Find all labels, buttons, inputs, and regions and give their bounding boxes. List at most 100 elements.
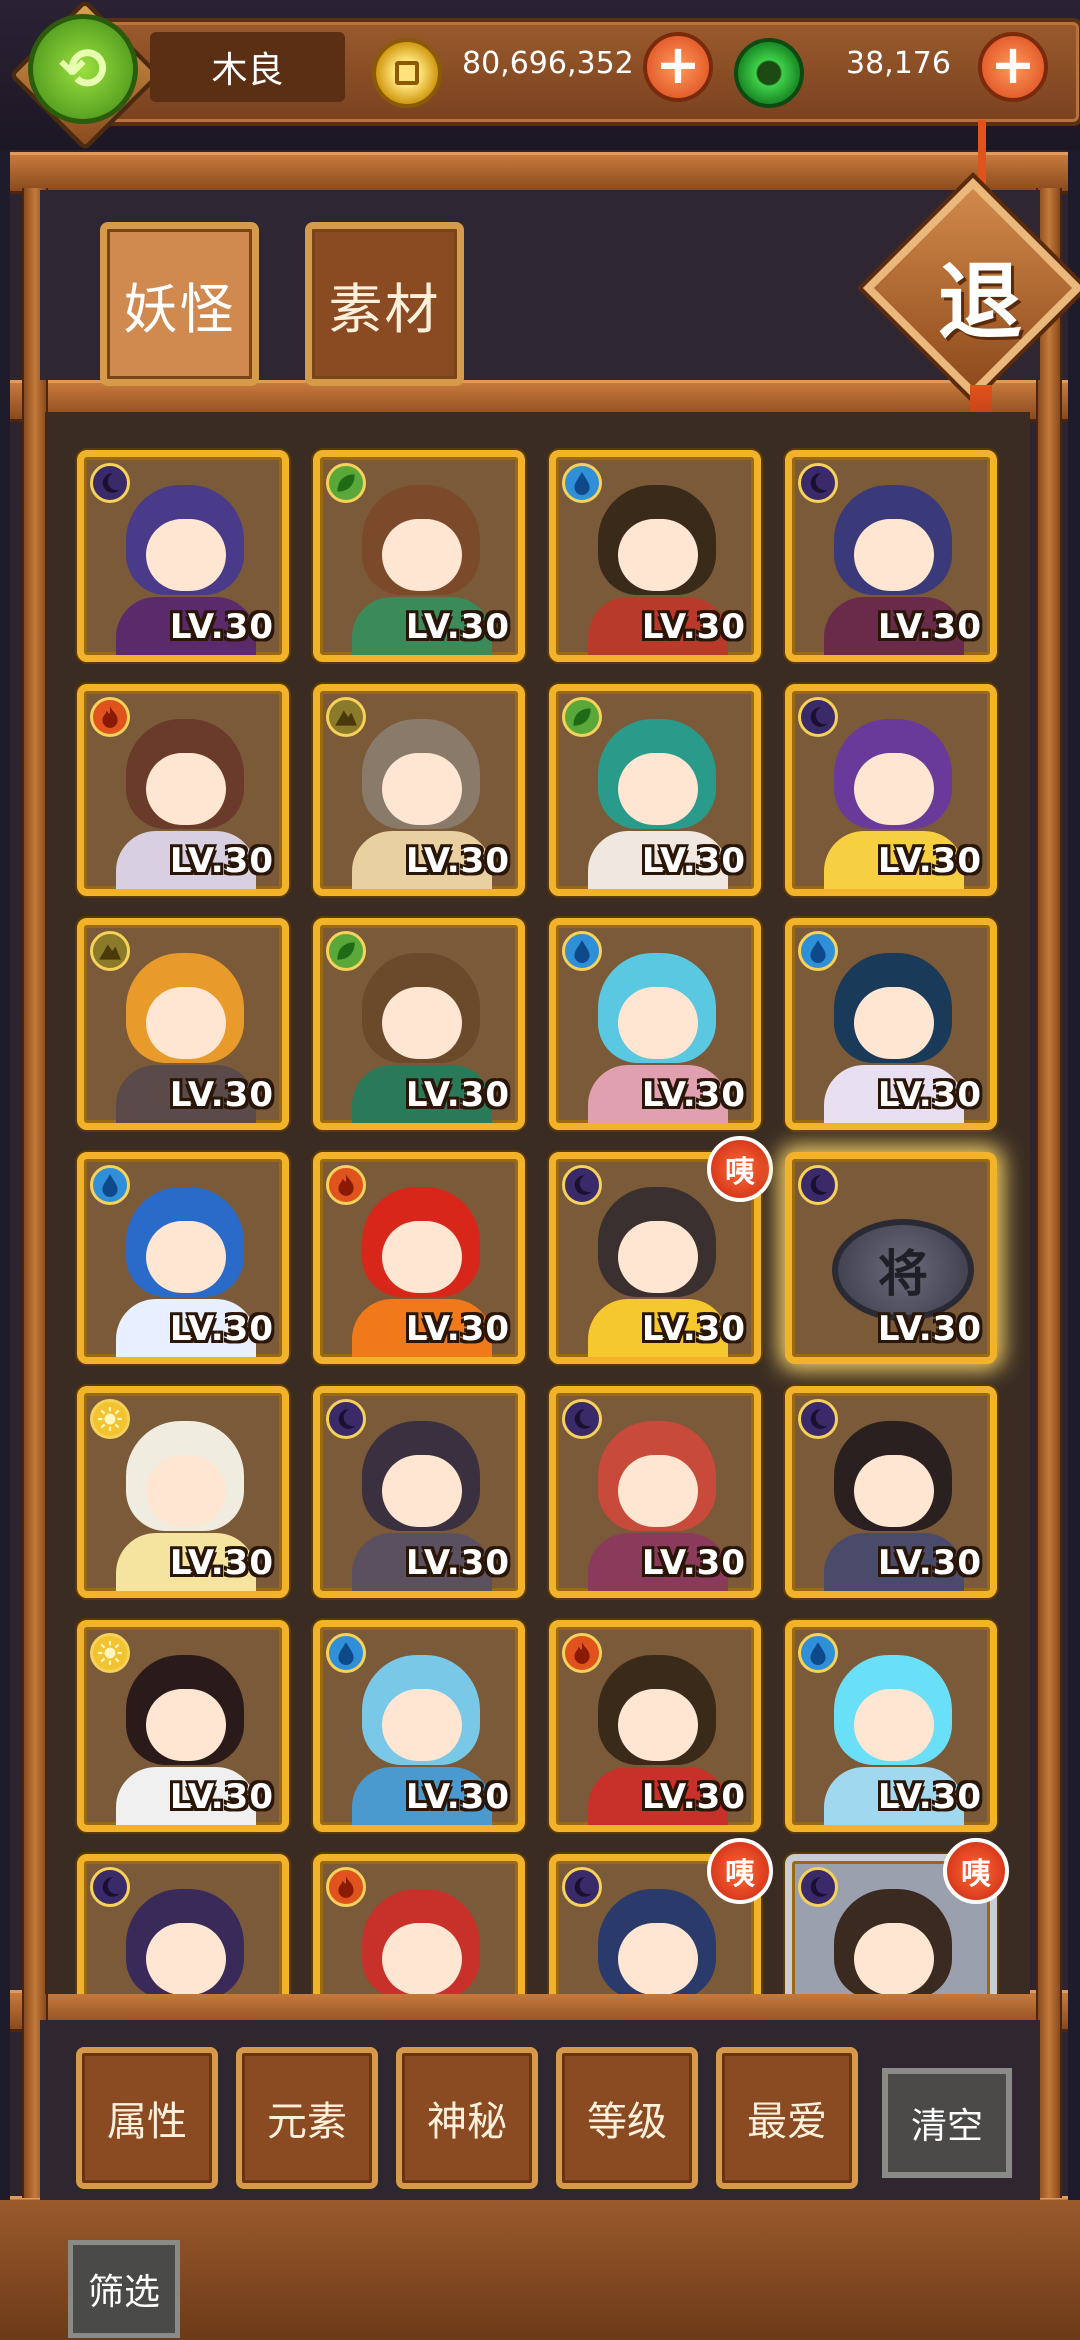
yokai-card[interactable]: LV.30: [785, 918, 997, 1130]
tab-materials[interactable]: 素材: [305, 222, 464, 386]
yokai-card[interactable]: LV.30: [785, 1386, 997, 1598]
level-label: LV.30: [877, 841, 982, 881]
yokai-card[interactable]: LV.30: [549, 450, 761, 662]
level-label: LV.30: [877, 607, 982, 647]
exit-label[interactable]: 退: [905, 230, 1055, 360]
water-element-icon: [90, 1165, 130, 1205]
level-label: LV.30: [641, 841, 746, 881]
level-label: LV.30: [169, 1075, 274, 1115]
dark-element-icon: [90, 1867, 130, 1907]
dark-element-icon: [798, 1165, 838, 1205]
level-label: LV.30: [877, 1075, 982, 1115]
level-label: LV.30: [405, 1075, 510, 1115]
earth-element-icon: [90, 931, 130, 971]
level-label: LV.30: [405, 841, 510, 881]
dragon-emblem-icon[interactable]: ⟲: [28, 14, 138, 124]
yokai-card[interactable]: LV.30: [77, 1152, 289, 1364]
level-label: LV.30: [169, 1777, 274, 1817]
water-element-icon: [562, 463, 602, 503]
coin-amount: 80,696,352: [462, 46, 634, 81]
yokai-grid: LV.30 LV.30 LV.30 LV.30 LV.30 LV.30 LV.30 LV.30…: [45, 412, 1030, 1994]
yokai-card[interactable]: [313, 1854, 525, 1994]
level-label: LV.30: [641, 1075, 746, 1115]
dark-element-icon: [90, 463, 130, 503]
filter-element-button[interactable]: 元素: [236, 2047, 378, 2189]
yokai-card[interactable]: LV.30: [549, 918, 761, 1130]
frame-post-right: [1036, 188, 1062, 2198]
coin-icon: [372, 38, 442, 108]
dark-element-icon: [562, 1165, 602, 1205]
jade-amount: 38,176: [846, 46, 951, 81]
level-label: LV.30: [641, 1309, 746, 1349]
new-badge: 咦: [707, 1136, 773, 1202]
chess-piece-icon: 将: [832, 1219, 974, 1321]
water-element-icon: [798, 1633, 838, 1673]
yokai-card[interactable]: LV.30: [313, 450, 525, 662]
yokai-card[interactable]: LV.30: [313, 918, 525, 1130]
filter-mystery-button[interactable]: 神秘: [396, 2047, 538, 2189]
yokai-card[interactable]: LV.30: [549, 1386, 761, 1598]
tab-yokai[interactable]: 妖怪: [100, 222, 259, 386]
level-label: LV.30: [169, 1309, 274, 1349]
yokai-card[interactable]: LV.30: [785, 1620, 997, 1832]
fire-element-icon: [90, 697, 130, 737]
dark-element-icon: [798, 1399, 838, 1439]
water-element-icon: [562, 931, 602, 971]
light-element-icon: [90, 1633, 130, 1673]
filter-favorite-button[interactable]: 最爱: [716, 2047, 858, 2189]
level-label: LV.30: [877, 1543, 982, 1583]
yokai-card[interactable]: LV.30: [313, 1386, 525, 1598]
earth-element-icon: [326, 697, 366, 737]
yokai-card[interactable]: LV.30: [549, 1620, 761, 1832]
jade-icon: [734, 38, 804, 108]
level-label: LV.30: [641, 1777, 746, 1817]
yokai-card[interactable]: LV.30: [77, 918, 289, 1130]
yokai-card[interactable]: LV.30: [313, 1152, 525, 1364]
yokai-card[interactable]: LV.30: [77, 684, 289, 896]
clear-filter-button[interactable]: 清空: [882, 2068, 1012, 2178]
yokai-card[interactable]: LV.30: [549, 684, 761, 896]
screen-button[interactable]: 筛选: [68, 2240, 180, 2338]
fire-element-icon: [562, 1633, 602, 1673]
dark-element-icon: [798, 697, 838, 737]
yokai-card[interactable]: [77, 1854, 289, 1994]
level-label: LV.30: [405, 607, 510, 647]
level-label: LV.30: [169, 841, 274, 881]
frame-beam-top: [10, 152, 1068, 194]
yokai-card[interactable]: LV.30: [785, 684, 997, 896]
water-element-icon: [798, 931, 838, 971]
dark-element-icon: [798, 463, 838, 503]
wood-element-icon: [562, 697, 602, 737]
yokai-card[interactable]: LV.30: [77, 1620, 289, 1832]
level-label: LV.30: [405, 1309, 510, 1349]
level-label: LV.30: [169, 607, 274, 647]
level-label: LV.30: [877, 1309, 982, 1349]
level-label: LV.30: [405, 1777, 510, 1817]
dark-element-icon: [562, 1867, 602, 1907]
wood-element-icon: [326, 463, 366, 503]
dark-element-icon: [326, 1399, 366, 1439]
level-label: LV.30: [169, 1543, 274, 1583]
add-coins-button[interactable]: +: [643, 32, 713, 102]
filter-attribute-button[interactable]: 属性: [76, 2047, 218, 2189]
yokai-card[interactable]: LV.30: [77, 450, 289, 662]
filter-level-button[interactable]: 等级: [556, 2047, 698, 2189]
level-label: LV.30: [641, 607, 746, 647]
level-label: LV.30: [877, 1777, 982, 1817]
fire-element-icon: [326, 1165, 366, 1205]
add-jade-button[interactable]: +: [978, 32, 1048, 102]
wood-element-icon: [326, 931, 366, 971]
new-badge: 咦: [943, 1838, 1009, 1904]
top-bar: ⟲ 木良 80,696,352 + 38,176 +: [0, 0, 1080, 152]
dark-element-icon: [562, 1399, 602, 1439]
yokai-card[interactable]: 将 LV.30: [785, 1152, 997, 1364]
yokai-card[interactable]: LV.30: [77, 1386, 289, 1598]
player-name: 木良: [150, 32, 345, 102]
yokai-card[interactable]: LV.30: [313, 684, 525, 896]
fire-element-icon: [326, 1867, 366, 1907]
level-label: LV.30: [641, 1543, 746, 1583]
yokai-card[interactable]: LV.30: [313, 1620, 525, 1832]
new-badge: 咦: [707, 1838, 773, 1904]
water-element-icon: [326, 1633, 366, 1673]
yokai-card[interactable]: LV.30: [785, 450, 997, 662]
